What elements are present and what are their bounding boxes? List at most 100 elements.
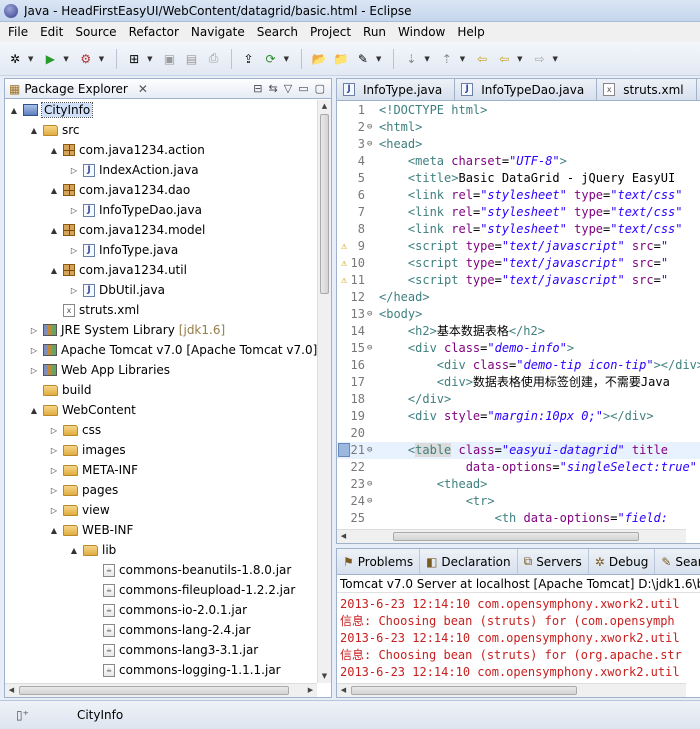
run-icon[interactable]: ▶ bbox=[41, 50, 59, 68]
scroll-left-icon[interactable]: ◀ bbox=[5, 684, 18, 697]
panel-tab-servers[interactable]: ⧉ Servers bbox=[518, 549, 589, 574]
prev-annotation-dropdown-icon[interactable]: ▼ bbox=[460, 55, 465, 63]
tree-item[interactable]: ▷ J DbUtil.java bbox=[69, 280, 165, 300]
tree-item[interactable]: ▲ lib bbox=[69, 540, 116, 560]
last-edit-icon[interactable]: ⇦ bbox=[473, 50, 491, 68]
console-horizontal-scrollbar[interactable]: ◀ bbox=[337, 683, 686, 697]
scroll-right-icon[interactable]: ▶ bbox=[304, 684, 317, 697]
tree-item[interactable]: ☕ commons-fileupload-1.2.2.jar bbox=[89, 580, 295, 600]
expanded-icon[interactable]: ▲ bbox=[69, 546, 79, 555]
expanded-icon[interactable]: ▲ bbox=[49, 266, 59, 275]
panel-tab-problems[interactable]: ⚑ Problems bbox=[337, 549, 421, 574]
expanded-icon[interactable]: ▲ bbox=[49, 226, 59, 235]
search-icon[interactable]: ✎ bbox=[354, 50, 372, 68]
maximize-icon[interactable]: ▢ bbox=[315, 82, 325, 95]
console-output[interactable]: 2013-6-23 12:14:10 com.opensymphony.xwor… bbox=[337, 594, 700, 683]
scroll-thumb[interactable] bbox=[19, 686, 289, 695]
tree-item[interactable]: ▲ com.java1234.model bbox=[49, 220, 205, 240]
collapsed-icon[interactable]: ▷ bbox=[69, 246, 79, 255]
debug-dropdown-icon[interactable]: ▼ bbox=[28, 55, 33, 63]
menu-run[interactable]: Run bbox=[357, 22, 392, 42]
fast-view-icon[interactable]: ▯⁺ bbox=[16, 708, 29, 722]
collapsed-icon[interactable]: ▷ bbox=[69, 166, 79, 175]
scroll-up-icon[interactable]: ▲ bbox=[318, 100, 331, 113]
tree-item[interactable]: ▷ J InfoType.java bbox=[69, 240, 178, 260]
fold-icon[interactable]: ⊖ bbox=[367, 476, 372, 493]
tree-item[interactable]: ▷ JRE System Library [jdk1.6] bbox=[29, 320, 225, 340]
forward-icon[interactable]: ⇨ bbox=[531, 50, 549, 68]
explorer-horizontal-scrollbar[interactable]: ◀ ▶ bbox=[5, 683, 317, 697]
tree-item[interactable]: ▲ com.java1234.dao bbox=[49, 180, 190, 200]
tree-item[interactable]: ☕ commons-beanutils-1.8.0.jar bbox=[89, 560, 291, 580]
tree-item[interactable]: ☕ commons-logging-1.1.1.jar bbox=[89, 660, 281, 680]
refresh-dropdown-icon[interactable]: ▼ bbox=[284, 55, 289, 63]
editor-tab[interactable]: x struts.xml bbox=[597, 79, 697, 100]
next-annotation-dropdown-icon[interactable]: ▼ bbox=[424, 55, 429, 63]
tree-item[interactable]: ▷ images bbox=[49, 440, 126, 460]
tree-item[interactable]: x struts.xml bbox=[49, 300, 139, 320]
collapsed-icon[interactable]: ▷ bbox=[49, 426, 59, 435]
debug-icon[interactable]: ✲ bbox=[6, 50, 24, 68]
collapse-all-icon[interactable]: ⊟ bbox=[253, 82, 262, 95]
back-dropdown-icon[interactable]: ▼ bbox=[517, 55, 522, 63]
collapsed-icon[interactable]: ▷ bbox=[49, 466, 59, 475]
prev-annotation-icon[interactable]: ⇡ bbox=[438, 50, 456, 68]
save-all-icon[interactable]: ▤ bbox=[183, 50, 201, 68]
tree-item[interactable]: ▲ WEB-INF bbox=[49, 520, 134, 540]
external-tools-dropdown-icon[interactable]: ▼ bbox=[99, 55, 104, 63]
scroll-left-icon[interactable]: ◀ bbox=[337, 684, 350, 697]
menu-window[interactable]: Window bbox=[392, 22, 451, 42]
panel-tab-search[interactable]: ✎Search bbox=[655, 549, 700, 574]
open-resource-icon[interactable]: 📁 bbox=[332, 50, 350, 68]
tree-item[interactable]: ▷ J InfoTypeDao.java bbox=[69, 200, 202, 220]
tree-item[interactable]: ▷ J IndexAction.java bbox=[69, 160, 199, 180]
menu-source[interactable]: Source bbox=[69, 22, 122, 42]
open-type-icon[interactable]: 📂 bbox=[310, 50, 328, 68]
tree-item[interactable]: ▲ com.java1234.action bbox=[49, 140, 205, 160]
tree-item[interactable]: ☕ commons-lang-2.4.jar bbox=[89, 620, 251, 640]
collapsed-icon[interactable]: ▷ bbox=[69, 206, 79, 215]
fold-icon[interactable]: ⊖ bbox=[367, 340, 372, 357]
menu-search[interactable]: Search bbox=[251, 22, 304, 42]
fold-icon[interactable]: ⊖ bbox=[367, 306, 372, 323]
fold-icon[interactable]: ⊖ bbox=[367, 136, 372, 153]
back-icon[interactable]: ⇦ bbox=[495, 50, 513, 68]
close-icon[interactable]: ✕ bbox=[138, 82, 148, 96]
scroll-thumb[interactable] bbox=[393, 532, 639, 541]
explorer-vertical-scrollbar[interactable]: ▲ ▼ bbox=[317, 100, 331, 683]
run-dropdown-icon[interactable]: ▼ bbox=[63, 55, 68, 63]
tree-item[interactable]: ☕ commons-lang3-3.1.jar bbox=[89, 640, 258, 660]
code-editor[interactable]: 1 <!DOCTYPE html> 2 ⊖ <html> 3 ⊖ <head> 4 <meta … bbox=[337, 102, 700, 529]
next-annotation-icon[interactable]: ⇣ bbox=[402, 50, 420, 68]
tree-item[interactable]: ▲ com.java1234.util bbox=[49, 260, 187, 280]
tree-item[interactable]: ▷ pages bbox=[49, 480, 118, 500]
menu-help[interactable]: Help bbox=[451, 22, 490, 42]
view-menu-icon[interactable]: ▽ bbox=[284, 82, 292, 95]
tree-item[interactable]: ▲ WebContent bbox=[29, 400, 136, 420]
menu-edit[interactable]: Edit bbox=[34, 22, 69, 42]
editor-tab[interactable]: J InfoTypeDao.java bbox=[455, 79, 598, 100]
tree-item[interactable]: ▷ view bbox=[49, 500, 110, 520]
panel-tab-declaration[interactable]: ◧ Declaration bbox=[420, 549, 518, 574]
link-with-editor-icon[interactable]: ⇆ bbox=[269, 82, 278, 95]
editor-horizontal-scrollbar[interactable]: ◀ bbox=[337, 529, 686, 543]
collapsed-icon[interactable]: ▷ bbox=[29, 366, 39, 375]
tree-item[interactable]: ▷ css bbox=[49, 420, 101, 440]
editor-tab[interactable]: J InfoType.java bbox=[337, 79, 456, 100]
scroll-down-icon[interactable]: ▼ bbox=[318, 670, 331, 683]
search-dropdown-icon[interactable]: ▼ bbox=[376, 55, 381, 63]
forward-dropdown-icon[interactable]: ▼ bbox=[553, 55, 558, 63]
collapsed-icon[interactable]: ▷ bbox=[49, 446, 59, 455]
save-icon[interactable]: ▣ bbox=[161, 50, 179, 68]
menu-refactor[interactable]: Refactor bbox=[123, 22, 185, 42]
tree-item[interactable]: ▲ src bbox=[29, 120, 80, 140]
publish-server-icon[interactable]: ⇪ bbox=[240, 50, 258, 68]
scroll-left-icon[interactable]: ◀ bbox=[337, 530, 350, 543]
menu-navigate[interactable]: Navigate bbox=[185, 22, 251, 42]
expanded-icon[interactable]: ▲ bbox=[49, 146, 59, 155]
fold-icon[interactable]: ⊖ bbox=[367, 442, 372, 459]
collapsed-icon[interactable]: ▷ bbox=[69, 286, 79, 295]
scroll-thumb[interactable] bbox=[320, 114, 329, 294]
menu-project[interactable]: Project bbox=[304, 22, 357, 42]
external-tools-icon[interactable]: ⚙ bbox=[77, 50, 95, 68]
